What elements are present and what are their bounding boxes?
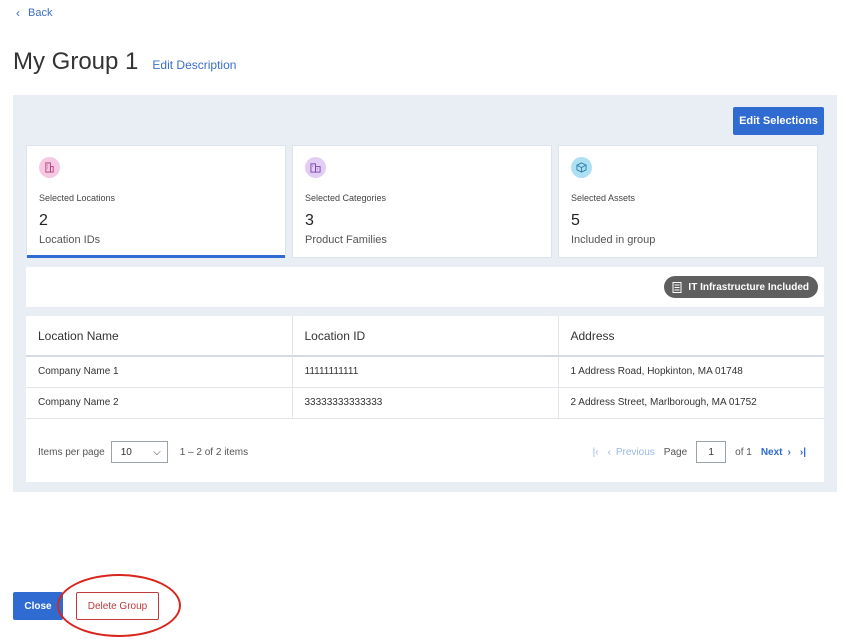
first-page-icon[interactable]: |‹ <box>593 447 599 458</box>
page-title: My Group 1 <box>13 48 139 75</box>
card-selected-locations[interactable]: Selected Locations 2 Location IDs <box>26 145 286 258</box>
page-size-value: 10 <box>120 446 132 458</box>
edit-description-link[interactable]: Edit Description <box>152 58 236 72</box>
chevron-right-icon: › <box>787 446 791 458</box>
previous-label: Previous <box>615 446 655 458</box>
delete-group-button[interactable]: Delete Group <box>76 592 159 620</box>
cell-location-id: 11111111111 <box>292 356 559 388</box>
card-value: 5 <box>571 212 580 229</box>
chevron-left-icon: ‹ <box>16 6 20 20</box>
table-header-row: Location Name Location ID Address <box>26 316 824 357</box>
card-label: Selected Assets <box>571 193 636 203</box>
card-value: 3 <box>305 212 314 229</box>
cell-location-name: Company Name 2 <box>26 387 293 419</box>
column-header-location-id[interactable]: Location ID <box>292 316 559 357</box>
badge-label: IT Infrastructure Included <box>688 281 809 293</box>
locations-table-container: Location Name Location ID Address Compan… <box>26 316 824 482</box>
card-value: 2 <box>39 212 48 229</box>
table-row[interactable]: Company Name 1 11111111111 1 Address Roa… <box>26 356 824 388</box>
badge-bar: IT Infrastructure Included <box>26 267 824 307</box>
table-row[interactable]: Company Name 2 33333333333333 2 Address … <box>26 387 824 419</box>
cell-location-id: 33333333333333 <box>292 387 559 419</box>
card-sub: Product Families <box>305 234 387 246</box>
it-infrastructure-badge: IT Infrastructure Included <box>664 276 818 298</box>
page-of-label: of 1 <box>735 446 752 458</box>
cell-address: 2 Address Street, Marlborough, MA 01752 <box>558 387 824 419</box>
next-button[interactable]: Next › <box>761 447 791 458</box>
range-text: 1 – 2 of 2 items <box>179 446 249 458</box>
card-selected-assets[interactable]: Selected Assets 5 Included in group <box>558 145 818 258</box>
back-label: Back <box>28 7 53 19</box>
edit-selections-button[interactable]: Edit Selections <box>733 107 824 135</box>
chevron-left-icon: ‹ <box>607 446 611 458</box>
card-selected-categories[interactable]: Selected Categories 3 Product Families <box>292 145 552 258</box>
card-sub: Included in group <box>571 234 656 246</box>
page-size-select[interactable]: 10 ⌵ <box>110 441 168 463</box>
back-link[interactable]: ‹ Back <box>16 6 52 20</box>
cube-icon <box>571 157 592 178</box>
cell-address: 1 Address Road, Hopkinton, MA 01748 <box>558 356 824 388</box>
pagination: Items per page 10 ⌵ 1 – 2 of 2 items |‹ … <box>26 433 824 471</box>
items-per-page-label: Items per page <box>38 446 105 458</box>
page-label: Page <box>663 446 688 458</box>
column-header-location-name[interactable]: Location Name <box>26 316 293 357</box>
close-button[interactable]: Close <box>13 592 63 620</box>
page-header: My Group 1 Edit Description <box>13 48 236 76</box>
cell-location-name: Company Name 1 <box>26 356 293 388</box>
server-icon <box>672 281 682 293</box>
last-page-icon[interactable]: ›| <box>800 447 806 458</box>
page-number-input[interactable] <box>696 441 727 463</box>
pager-left: Items per page 10 ⌵ 1 – 2 of 2 items <box>26 441 248 463</box>
column-header-address[interactable]: Address <box>558 316 824 357</box>
chevron-down-icon: ⌵ <box>153 446 161 458</box>
locations-table: Location Name Location ID Address Compan… <box>26 316 824 419</box>
next-label: Next <box>760 446 783 458</box>
summary-cards: Selected Locations 2 Location IDs Select… <box>26 145 818 258</box>
group-panel: Edit Selections Selected Locations 2 Loc… <box>13 95 837 492</box>
card-label: Selected Locations <box>39 193 116 203</box>
card-label: Selected Categories <box>305 193 387 203</box>
buildings-icon <box>305 157 326 178</box>
card-sub: Location IDs <box>39 234 101 246</box>
previous-button[interactable]: ‹ Previous <box>608 447 655 458</box>
pager-right: |‹ ‹ Previous Page of 1 Next › ›| <box>593 441 806 463</box>
building-icon <box>39 157 60 178</box>
